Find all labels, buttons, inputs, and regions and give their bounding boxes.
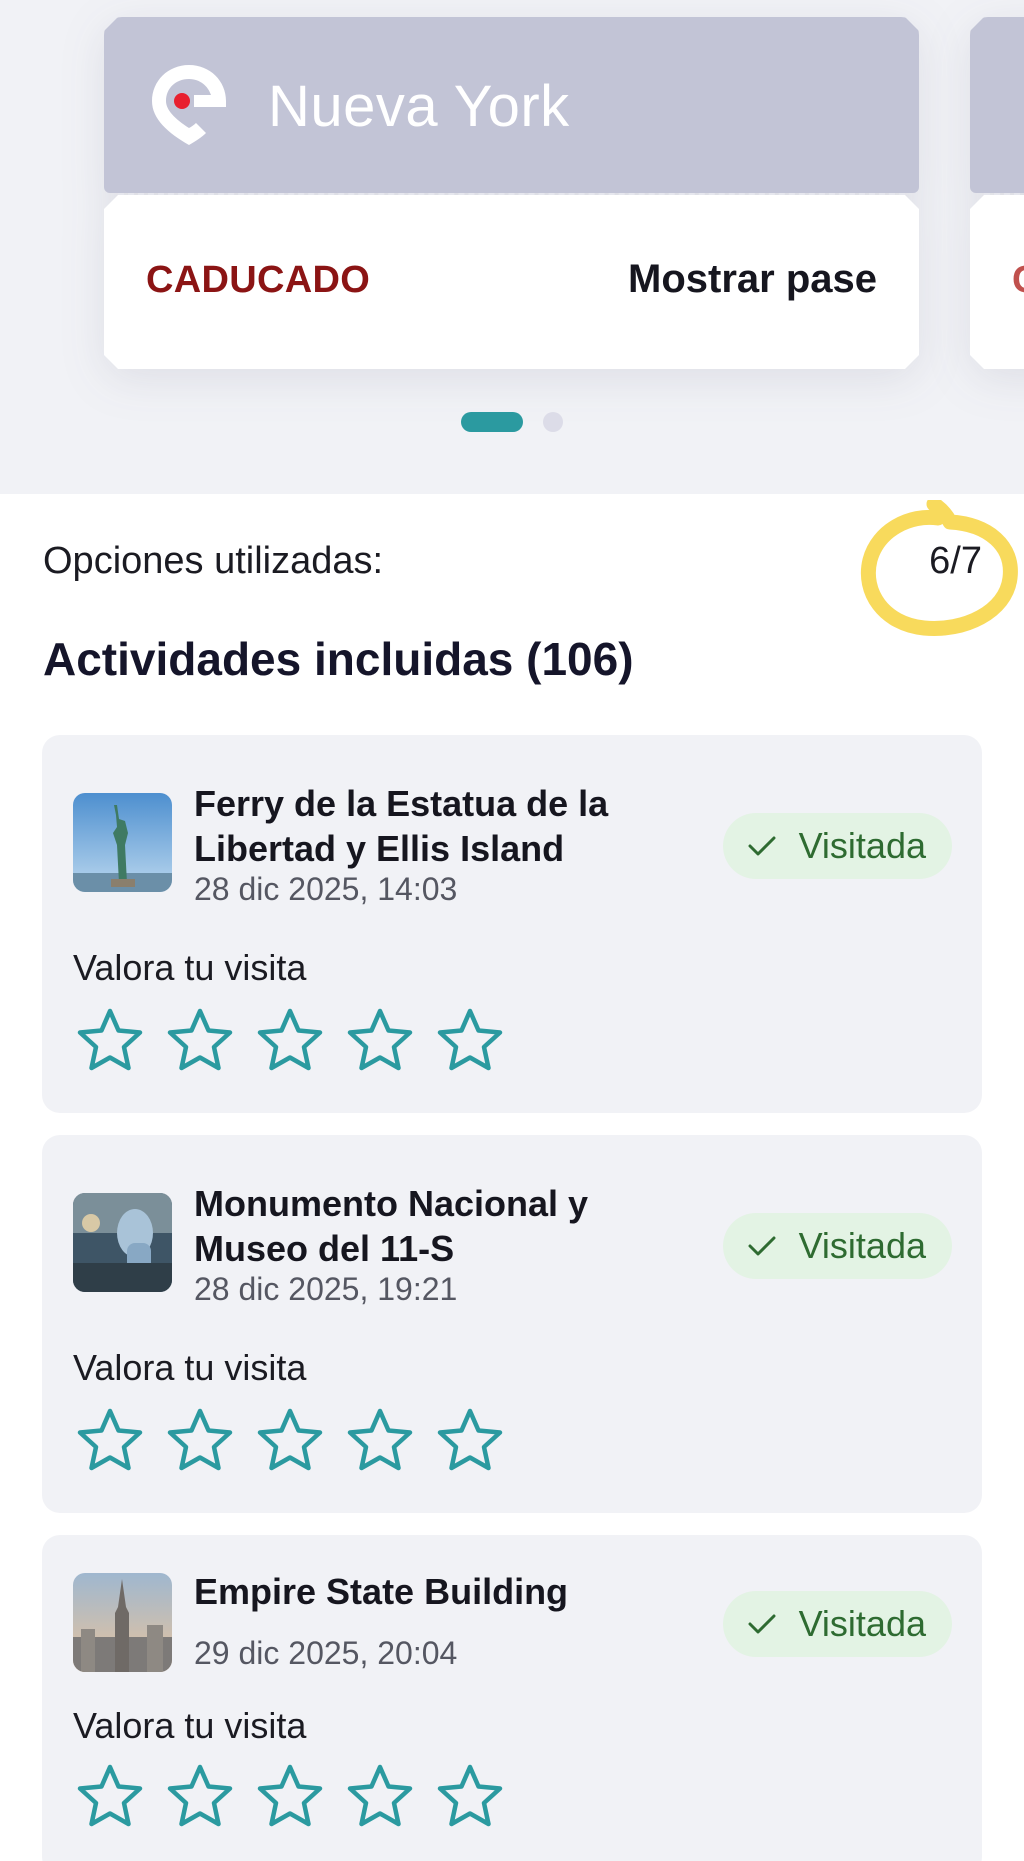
visited-badge: Visitada [722, 1213, 952, 1279]
star-icon[interactable] [434, 1761, 506, 1833]
activity-date: 28 dic 2025, 19:21 [194, 1271, 458, 1307]
star-icon[interactable] [74, 1005, 146, 1077]
activity-title: Monumento Nacional y Museo del 11-S [194, 1183, 589, 1269]
star-rating[interactable] [74, 1405, 506, 1477]
empire-state-building-photo [73, 1573, 172, 1672]
pass-footer: CADUCADO Mostrar pase [104, 195, 919, 369]
star-rating[interactable] [74, 1005, 506, 1077]
star-icon[interactable] [74, 1405, 146, 1477]
pass-status-label: CADUCADO [146, 259, 371, 301]
options-used-label: Opciones utilizadas: [43, 540, 384, 582]
location-pin-logo-icon [144, 59, 234, 149]
rate-visit-label: Valora tu visita [73, 1705, 307, 1746]
star-icon[interactable] [344, 1005, 416, 1077]
pass-carousel[interactable]: Nueva York CADUCADO Mostrar pase C [0, 0, 1024, 494]
show-pass-button[interactable]: Mostrar pase [628, 257, 877, 302]
check-icon [748, 1614, 776, 1634]
star-icon[interactable] [254, 1005, 326, 1077]
activity-card[interactable]: Monumento Nacional y Museo del 11-S 28 d… [42, 1135, 982, 1513]
carousel-dot-active[interactable] [461, 412, 523, 432]
star-rating[interactable] [74, 1761, 506, 1833]
statue-of-liberty-photo [73, 793, 172, 892]
rate-visit-label: Valora tu visita [73, 1347, 307, 1388]
star-icon[interactable] [344, 1761, 416, 1833]
pass-city-name: Nueva York [268, 74, 570, 139]
check-icon [748, 1236, 776, 1256]
pass-status-label-next: C [1012, 259, 1024, 302]
9-11-memorial-photo [73, 1193, 172, 1292]
activity-title: Ferry de la Estatua de la Libertad y Ell… [194, 783, 609, 869]
visited-badge-label: Visitada [798, 1225, 926, 1266]
check-icon [748, 836, 776, 856]
carousel-pagination [0, 412, 1024, 432]
carousel-dot[interactable] [543, 412, 563, 432]
visited-badge: Visitada [722, 813, 952, 879]
activity-card[interactable]: Empire State Building 29 dic 2025, 20:04… [42, 1535, 982, 1861]
rate-visit-label: Valora tu visita [73, 947, 307, 988]
star-icon[interactable] [254, 1405, 326, 1477]
pass-card-next[interactable]: C [970, 17, 1024, 369]
star-icon[interactable] [254, 1761, 326, 1833]
activity-title: Empire State Building [194, 1571, 569, 1612]
yellow-highlight-annotation [861, 500, 1018, 636]
star-icon[interactable] [164, 1005, 236, 1077]
activity-date: 28 dic 2025, 14:03 [194, 871, 458, 907]
visited-badge-label: Visitada [798, 825, 926, 866]
star-icon[interactable] [74, 1761, 146, 1833]
pass-footer-next: C [970, 195, 1024, 369]
star-icon[interactable] [164, 1405, 236, 1477]
pass-card[interactable]: Nueva York CADUCADO Mostrar pase [104, 17, 919, 369]
star-icon[interactable] [434, 1405, 506, 1477]
visited-badge: Visitada [722, 1591, 952, 1657]
activity-date: 29 dic 2025, 20:04 [194, 1635, 458, 1671]
activity-card[interactable]: Ferry de la Estatua de la Libertad y Ell… [42, 735, 982, 1113]
pass-divider-next [984, 193, 1024, 195]
star-icon[interactable] [434, 1005, 506, 1077]
pass-header-next [970, 17, 1024, 193]
star-icon[interactable] [164, 1761, 236, 1833]
pass-divider [118, 193, 905, 195]
star-icon[interactable] [344, 1405, 416, 1477]
visited-badge-label: Visitada [798, 1603, 926, 1644]
pass-header: Nueva York [104, 17, 919, 193]
included-activities-title: Actividades incluidas (106) [43, 633, 634, 685]
